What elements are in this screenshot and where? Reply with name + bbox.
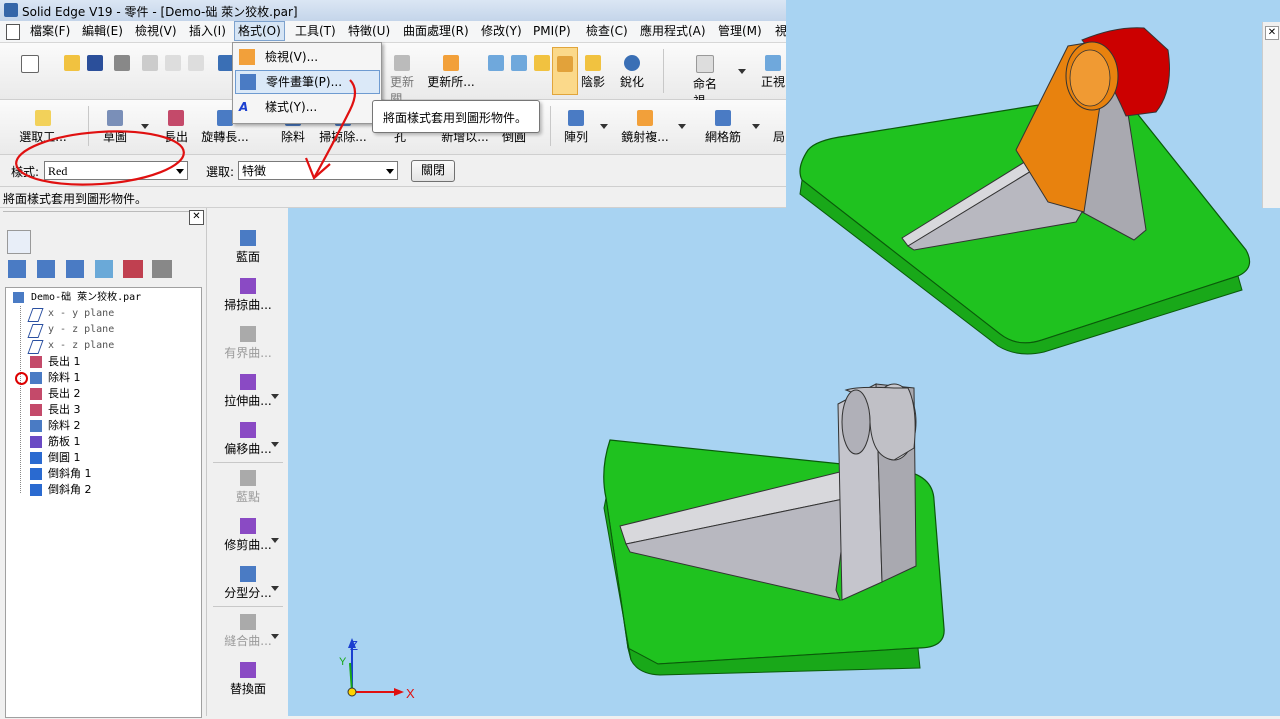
surfacing-dropdown-icon[interactable] (271, 442, 279, 447)
surfacing-dropdown-icon[interactable] (271, 586, 279, 591)
sensors-tab-icon[interactable] (123, 260, 143, 278)
colored-part-model (799, 27, 1251, 355)
triad-x-label: X (406, 686, 415, 701)
window-side-strip: ✕ (1262, 22, 1280, 208)
close-icon[interactable]: ✕ (1265, 26, 1279, 40)
pathfinder-tab-icon[interactable] (7, 230, 31, 254)
surfacing-button-4[interactable]: 偏移曲... (212, 422, 284, 457)
surfacing-dropdown-icon[interactable] (271, 394, 279, 399)
triad-z-label: Z (350, 638, 358, 653)
feature-tree: Demo-础 萊ン狡枚.par x - y plane y - z plane x … (5, 287, 202, 718)
colored-part-inset (786, 0, 1280, 362)
feature-library-tab-icon[interactable] (152, 260, 172, 278)
feature-icon (30, 420, 42, 432)
feature-icon (30, 484, 42, 496)
feature-icon (30, 404, 42, 416)
separator (213, 462, 283, 463)
feature-icon (30, 468, 42, 480)
plane-icon (27, 324, 44, 338)
red-annotation-marks (15, 79, 357, 186)
close-pane-icon[interactable]: ✕ (189, 210, 204, 225)
surfacing-button-1[interactable]: 掃掠曲... (212, 278, 284, 313)
surfacing-button-0[interactable]: 藍面 (212, 230, 284, 265)
feature-icon (30, 452, 42, 464)
surfacing-tool-icon (240, 374, 256, 390)
family-tab-icon[interactable] (66, 260, 84, 278)
pane-header (3, 211, 202, 223)
grey-part-model (603, 383, 945, 676)
surfacing-tool-icon (240, 326, 256, 342)
surfacing-button-7[interactable]: 分型分... (212, 566, 284, 601)
surfacing-toolbar: 藍面掃掠曲... 有界曲... 拉伸曲... 偏移曲... 藍點修剪曲... 分型分...… (206, 208, 289, 716)
triad-y-label: Y (339, 656, 347, 668)
feature-icon (30, 372, 42, 384)
surfacing-tool-icon (240, 470, 256, 486)
feature-icon (30, 356, 42, 368)
error-icon (15, 372, 28, 385)
plane-icon (27, 340, 44, 354)
library-tab-icon[interactable] (95, 260, 113, 278)
surfacing-button-8[interactable]: 縫合曲... (212, 614, 284, 649)
separator (213, 606, 283, 607)
surfacing-tool-icon (240, 278, 256, 294)
features-tab-icon[interactable] (8, 260, 26, 278)
surfacing-tool-icon (240, 230, 256, 246)
surfacing-button-5[interactable]: 藍點 (212, 470, 284, 505)
surfacing-button-9[interactable]: 替換面 (212, 662, 284, 697)
feature-icon (30, 388, 42, 400)
coordinate-triad: Z Y X (339, 638, 415, 701)
surfacing-tool-icon (240, 518, 256, 534)
surfacing-button-6[interactable]: 修剪曲... (212, 518, 284, 553)
surfacing-button-3[interactable]: 拉伸曲... (212, 374, 284, 409)
plane-icon (27, 308, 44, 322)
surfacing-button-2[interactable]: 有界曲... (212, 326, 284, 361)
surfacing-tool-icon (240, 566, 256, 582)
surfacing-dropdown-icon[interactable] (271, 538, 279, 543)
surfacing-dropdown-icon[interactable] (271, 634, 279, 639)
feature-icon (30, 436, 42, 448)
layers-tab-icon[interactable] (37, 260, 55, 278)
part-icon (13, 292, 24, 303)
surfacing-tool-icon (240, 614, 256, 630)
surfacing-tool-icon (240, 662, 256, 678)
surfacing-tool-icon (240, 422, 256, 438)
